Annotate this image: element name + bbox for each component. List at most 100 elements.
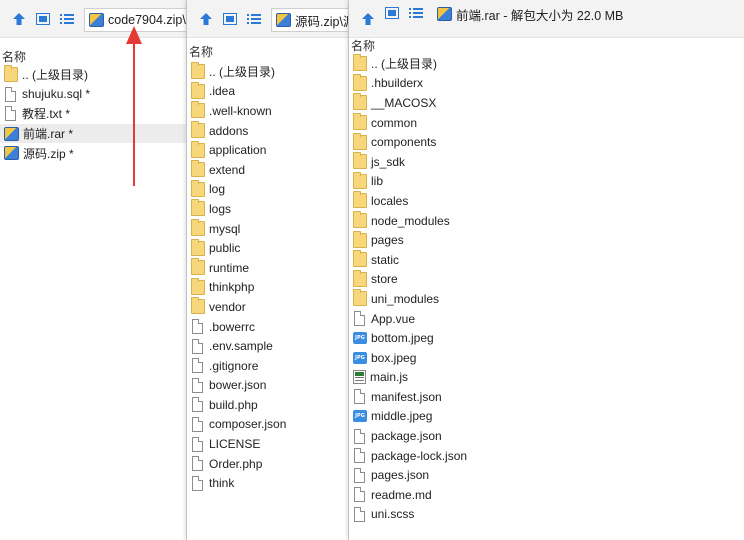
list-item[interactable]: .env.sample — [187, 336, 348, 356]
list-item[interactable]: .. (上级目录) — [187, 62, 348, 82]
list-item[interactable]: components — [349, 132, 744, 152]
item-name: .. (上级目录) — [371, 57, 437, 72]
item-name: addons — [209, 123, 249, 138]
list-item[interactable]: locales — [349, 191, 744, 211]
archive-icon — [276, 13, 291, 27]
column-header-name[interactable]: 名称 — [351, 37, 375, 54]
list-item[interactable]: .. (上级目录) — [349, 54, 744, 74]
up-arrow-icon[interactable] — [10, 11, 28, 27]
list-item[interactable]: .idea — [187, 81, 348, 102]
item-name: middle.jpeg — [371, 409, 433, 424]
up-arrow-icon[interactable] — [359, 11, 377, 27]
list-item[interactable]: runtime — [187, 258, 348, 278]
path-text: 源码.zip\源 — [295, 14, 348, 29]
list-item[interactable]: .well-known — [187, 101, 348, 121]
list-item[interactable]: .. (上级目录) — [0, 65, 186, 85]
list-item[interactable]: application — [187, 140, 348, 160]
list-item[interactable]: readme.md — [349, 485, 744, 505]
item-name: uni_modules — [371, 291, 440, 306]
list-item[interactable]: .gitignore — [187, 356, 348, 376]
column-header-name[interactable]: 名称 — [2, 48, 26, 65]
list-item[interactable]: Order.php — [187, 454, 348, 474]
item-name: readme.md — [371, 487, 432, 502]
list-view-icon[interactable] — [245, 11, 263, 27]
list-item[interactable]: log — [187, 179, 348, 200]
folder-icon — [353, 230, 367, 248]
file-icon — [5, 106, 16, 122]
item-name: extend — [209, 162, 246, 177]
list-view-icon[interactable] — [407, 5, 425, 21]
list-item[interactable]: uni.scss — [349, 505, 744, 525]
list-item[interactable]: __MACOSX — [349, 93, 744, 113]
list-item[interactable]: JPG box.jpeg — [349, 348, 744, 368]
folder-icon — [353, 191, 367, 209]
list-item[interactable]: think — [187, 473, 348, 493]
list-item[interactable]: composer.json — [187, 415, 348, 435]
list-item[interactable]: package-lock.json — [349, 446, 744, 466]
list-item[interactable]: bower.json — [187, 376, 348, 396]
item-name: application — [209, 143, 267, 158]
list-item[interactable]: extend — [187, 160, 348, 180]
list-item[interactable]: build.php — [187, 395, 348, 415]
list-item[interactable]: 源码.zip * — [0, 143, 186, 163]
item-name: build.php — [209, 397, 258, 412]
file-icon — [354, 428, 365, 444]
list-item[interactable]: LICENSE — [187, 434, 348, 454]
list-item[interactable]: common — [349, 113, 744, 133]
file-list: .. (上级目录) shujuku.sql * 教程.txt * 前端.rar … — [0, 65, 186, 163]
list-view-icon[interactable] — [58, 11, 76, 27]
list-item[interactable]: App.vue — [349, 309, 744, 329]
column-header-name[interactable]: 名称 — [189, 43, 213, 60]
item-name: thinkphp — [209, 280, 255, 295]
file-icon — [192, 338, 203, 354]
thumbnail-view-icon[interactable] — [34, 11, 52, 27]
list-item[interactable]: store — [349, 269, 744, 290]
item-name: App.vue — [371, 311, 416, 326]
list-item[interactable]: .hbuilderx — [349, 73, 744, 94]
path-bar[interactable]: 前端.rar - 解包大小为 22.0 MB — [433, 2, 744, 26]
list-item[interactable]: pages — [349, 230, 744, 250]
list-item[interactable]: JPG middle.jpeg — [349, 407, 744, 427]
list-item[interactable]: package.json — [349, 426, 744, 446]
list-item[interactable]: manifest.json — [349, 387, 744, 407]
list-item[interactable]: addons — [187, 121, 348, 141]
list-item[interactable]: node_modules — [349, 211, 744, 231]
folder-icon — [353, 132, 367, 150]
list-item[interactable]: main.js — [349, 368, 744, 388]
folder-icon — [353, 152, 367, 170]
thumbnail-view-icon[interactable] — [221, 11, 239, 27]
archive-pane-source: 源码.zip\源 名称 .. (上级目录) .idea .well-known … — [187, 0, 349, 540]
list-item[interactable]: 前端.rar * — [0, 123, 186, 144]
item-name: pages — [371, 233, 404, 248]
folder-icon — [191, 277, 205, 295]
folder-icon — [191, 179, 205, 197]
list-item[interactable]: logs — [187, 199, 348, 219]
list-item[interactable]: public — [187, 238, 348, 258]
list-item[interactable]: JPG bottom.jpeg — [349, 328, 744, 348]
list-item[interactable]: shujuku.sql * — [0, 85, 186, 105]
item-name: log — [209, 182, 226, 197]
item-name: LICENSE — [209, 437, 261, 452]
path-bar[interactable]: 源码.zip\源 — [271, 8, 348, 32]
item-name: components — [371, 135, 437, 150]
file-icon — [192, 319, 203, 335]
list-item[interactable]: js_sdk — [349, 152, 744, 172]
list-item[interactable]: .bowerrc — [187, 317, 348, 337]
list-item[interactable]: thinkphp — [187, 277, 348, 298]
list-item[interactable]: pages.json — [349, 465, 744, 485]
path-bar[interactable]: code7904.zip\ — [84, 8, 186, 32]
file-icon — [354, 487, 365, 503]
item-name: shujuku.sql * — [22, 87, 91, 102]
list-item[interactable]: static — [349, 250, 744, 270]
list-item[interactable]: vendor — [187, 297, 348, 317]
list-item[interactable]: lib — [349, 171, 744, 192]
up-arrow-icon[interactable] — [197, 11, 215, 27]
item-name: static — [371, 252, 400, 267]
list-item[interactable]: 教程.txt * — [0, 104, 186, 124]
item-name: box.jpeg — [371, 350, 417, 365]
folder-icon — [353, 171, 367, 189]
list-item[interactable]: uni_modules — [349, 289, 744, 309]
item-name: bottom.jpeg — [371, 331, 434, 346]
thumbnail-view-icon[interactable] — [383, 5, 401, 21]
list-item[interactable]: mysql — [187, 219, 348, 239]
